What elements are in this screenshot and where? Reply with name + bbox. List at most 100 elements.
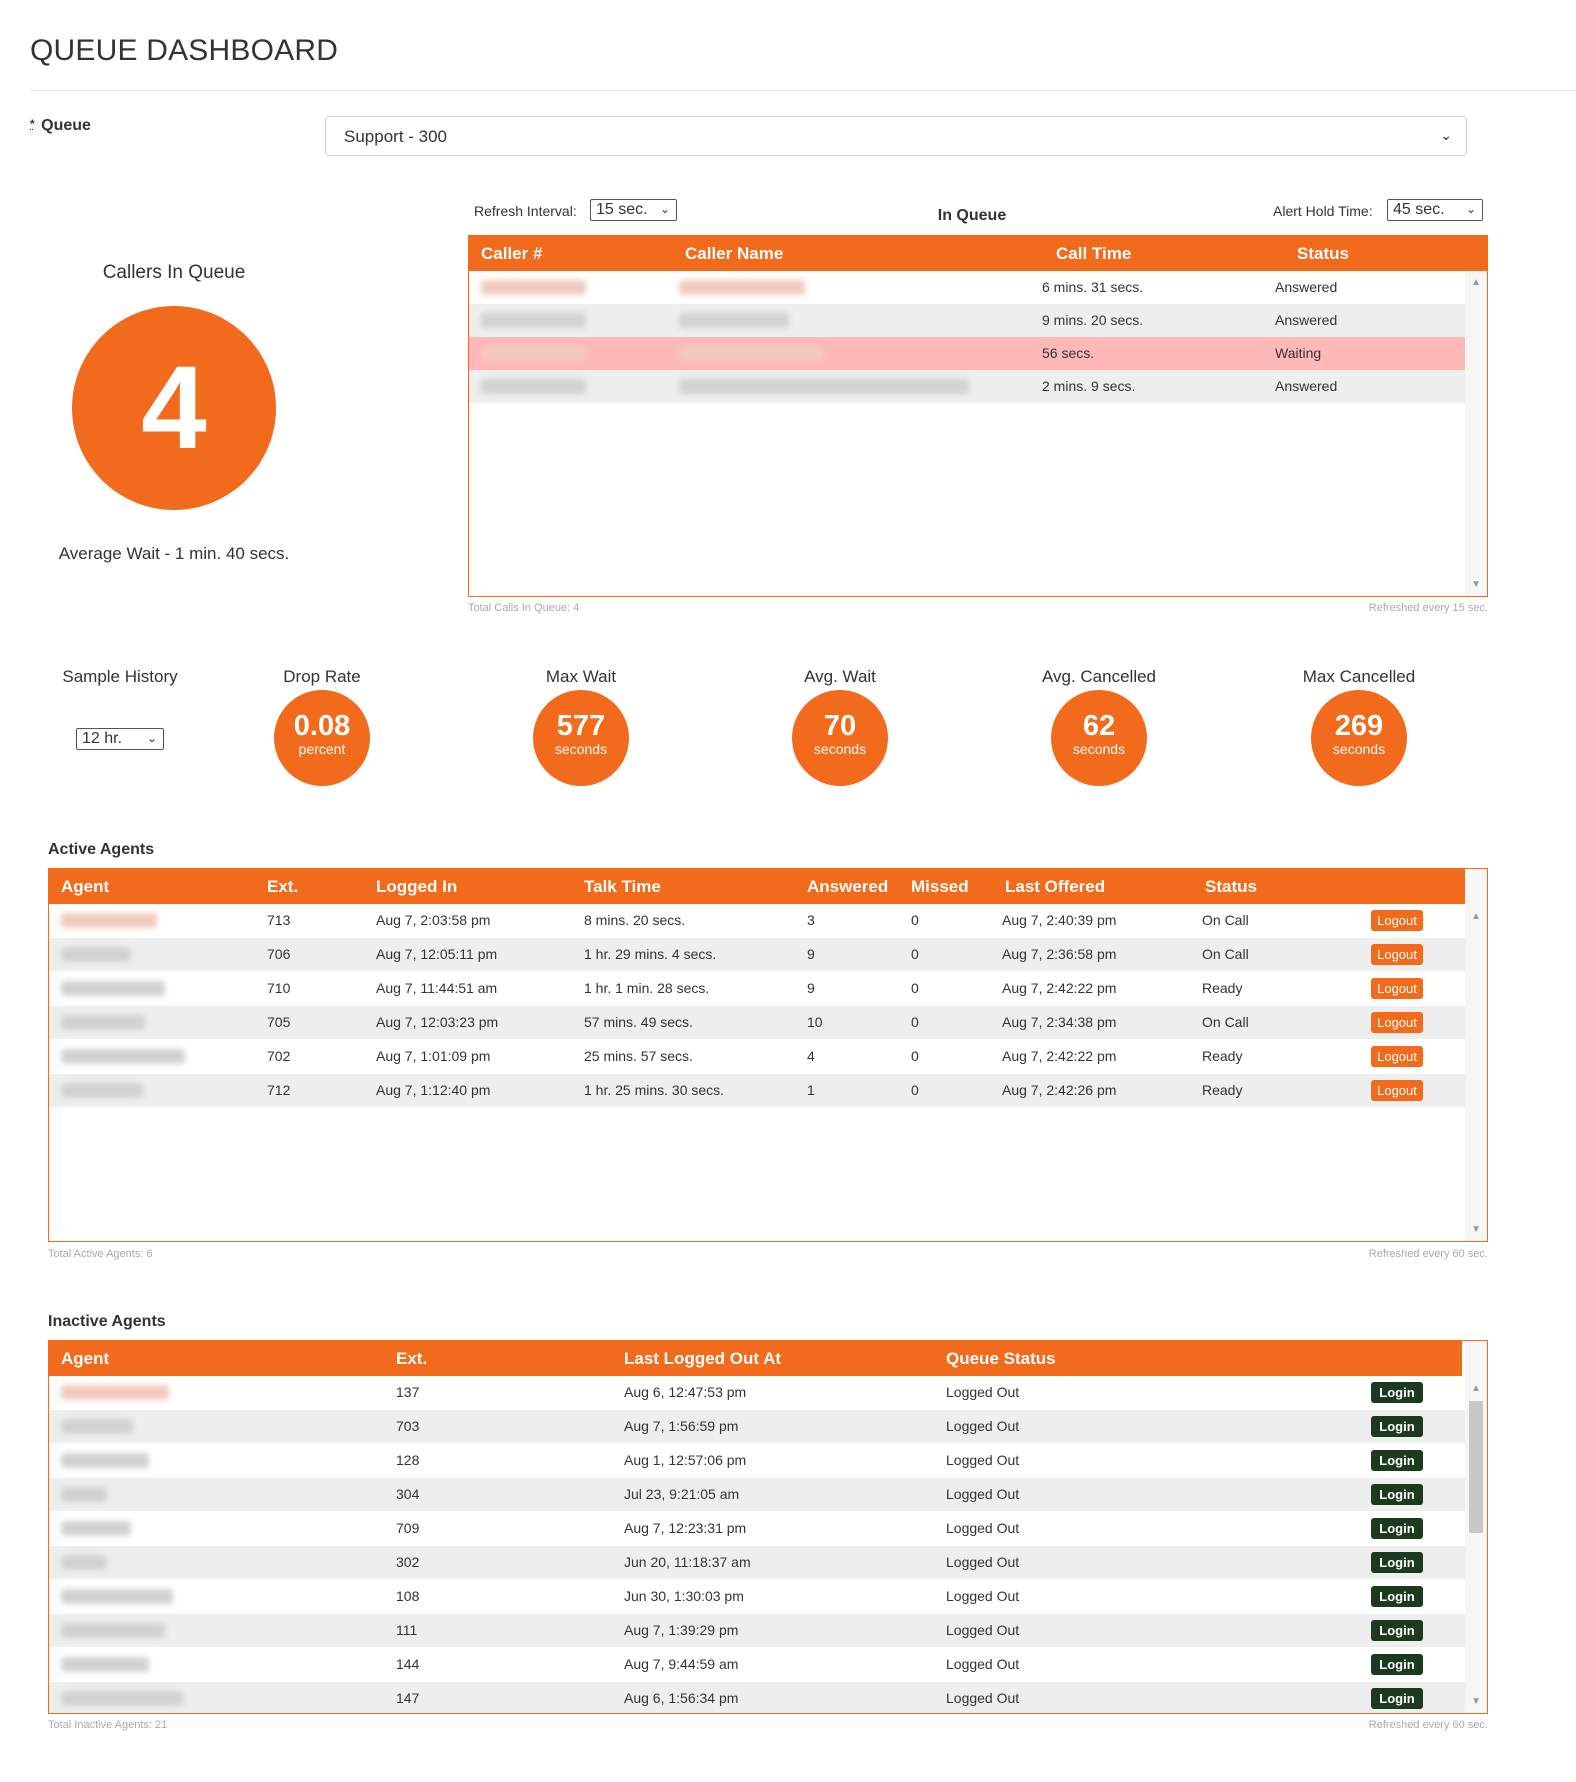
col-caller-number[interactable]: Caller # (481, 244, 542, 264)
agent-talk-time: 25 mins. 57 secs. (584, 1048, 693, 1064)
alert-hold-select[interactable]: 45 sec. ⌄ (1387, 199, 1483, 221)
active-agents-grid: Agent Ext. Logged In Talk Time Answered … (48, 868, 1488, 1242)
table-row[interactable]: 703 Aug 7, 1:56:59 pm Logged Out Login (49, 1410, 1465, 1443)
col-last-offered[interactable]: Last Offered (1005, 877, 1105, 897)
stat-unit: percent (298, 741, 346, 757)
call-time: 6 mins. 31 secs. (1042, 279, 1144, 295)
login-button[interactable]: Login (1371, 1416, 1423, 1437)
login-button[interactable]: Login (1371, 1484, 1423, 1505)
agent-queue-status: Logged Out (946, 1656, 1020, 1672)
table-row[interactable]: 128 Aug 1, 12:57:06 pm Logged Out Login (49, 1444, 1465, 1477)
agent-talk-time: 1 hr. 25 mins. 30 secs. (584, 1082, 725, 1098)
col-call-time[interactable]: Call Time (1056, 244, 1131, 264)
scroll-up-icon[interactable]: ▲ (1471, 1383, 1481, 1394)
table-row[interactable]: 302 Jun 20, 11:18:37 am Logged Out Login (49, 1546, 1465, 1579)
table-row[interactable]: 6 mins. 31 secs. Answered (469, 271, 1465, 304)
col-ext[interactable]: Ext. (267, 877, 298, 897)
table-row-waiting[interactable]: 56 secs. Waiting (469, 337, 1465, 370)
col-agent[interactable]: Agent (61, 877, 109, 897)
agent-missed: 0 (911, 1082, 919, 1098)
agent-missed: 0 (911, 1014, 919, 1030)
login-button[interactable]: Login (1371, 1518, 1423, 1539)
table-row[interactable]: 147 Aug 6, 1:56:34 pm Logged Out Login (49, 1682, 1465, 1713)
login-button[interactable]: Login (1371, 1654, 1423, 1675)
agent-status: Ready (1202, 1082, 1243, 1098)
active-agents-scrollbar[interactable]: ▲ ▼ (1465, 869, 1487, 1241)
sample-history-select[interactable]: 12 hr. ⌄ (76, 728, 164, 750)
login-button[interactable]: Login (1371, 1586, 1423, 1607)
in-queue-scrollbar[interactable]: ▲ ▼ (1465, 271, 1487, 596)
scroll-thumb[interactable] (1469, 1401, 1483, 1533)
table-row[interactable]: 144 Aug 7, 9:44:59 am Logged Out Login (49, 1648, 1465, 1681)
table-row[interactable]: 702 Aug 7, 1:01:09 pm 25 mins. 57 secs. … (49, 1040, 1465, 1073)
stat-label-max-wait: Max Wait (545, 667, 617, 686)
scroll-up-icon[interactable]: ▲ (1471, 911, 1481, 922)
table-row[interactable]: 709 Aug 7, 12:23:31 pm Logged Out Login (49, 1512, 1465, 1545)
chevron-down-icon: ⌄ (1465, 202, 1476, 216)
scroll-down-icon[interactable]: ▼ (1471, 579, 1481, 590)
table-row[interactable]: 108 Jun 30, 1:30:03 pm Logged Out Login (49, 1580, 1465, 1613)
logout-button[interactable]: Logout (1371, 1080, 1423, 1101)
table-row[interactable]: 712 Aug 7, 1:12:40 pm 1 hr. 25 mins. 30 … (49, 1074, 1465, 1107)
col-status[interactable]: Status (1297, 244, 1349, 264)
col-last-logged-out[interactable]: Last Logged Out At (624, 1349, 781, 1369)
col-ext[interactable]: Ext. (396, 1349, 427, 1369)
login-button[interactable]: Login (1371, 1450, 1423, 1471)
col-agent[interactable]: Agent (61, 1349, 109, 1369)
redacted-agent-name (61, 1083, 143, 1098)
active-agents-header: Agent Ext. Logged In Talk Time Answered … (49, 869, 1465, 904)
agent-ext: 108 (396, 1588, 420, 1604)
agent-last-offered: Aug 7, 2:42:22 pm (1002, 980, 1117, 996)
logout-button[interactable]: Logout (1371, 910, 1423, 931)
table-row[interactable]: 713 Aug 7, 2:03:58 pm 8 mins. 20 secs. 3… (49, 904, 1465, 937)
col-talk-time[interactable]: Talk Time (584, 877, 661, 897)
stat-unit: seconds (813, 741, 867, 757)
inactive-agents-scrollbar[interactable]: ▲ ▼ (1465, 1341, 1487, 1713)
chevron-down-icon: ⌄ (659, 202, 670, 216)
redacted-agent-name (61, 947, 131, 962)
login-button[interactable]: Login (1371, 1552, 1423, 1573)
col-caller-name[interactable]: Caller Name (685, 244, 783, 264)
table-row[interactable]: 9 mins. 20 secs. Answered (469, 304, 1465, 337)
agent-answered: 10 (807, 1014, 823, 1030)
table-row[interactable]: 137 Aug 6, 12:47:53 pm Logged Out Login (49, 1376, 1465, 1409)
agent-ext: 703 (396, 1418, 420, 1434)
stat-avg-cancelled: 62 seconds (1051, 690, 1147, 786)
logout-button[interactable]: Logout (1371, 978, 1423, 999)
table-row[interactable]: 2 mins. 9 secs. Answered (469, 370, 1465, 403)
redacted-agent-name (61, 1589, 173, 1604)
col-queue-status[interactable]: Queue Status (946, 1349, 1056, 1369)
agent-answered: 1 (807, 1082, 815, 1098)
average-wait: Average Wait - 1 min. 40 secs. (58, 544, 290, 563)
stat-value: 269 (1334, 710, 1384, 742)
table-row[interactable]: 710 Aug 7, 11:44:51 am 1 hr. 1 min. 28 s… (49, 972, 1465, 1005)
logout-button[interactable]: Logout (1371, 1012, 1423, 1033)
logout-button[interactable]: Logout (1371, 1046, 1423, 1067)
stat-label-drop-rate: Drop Rate (283, 667, 361, 686)
col-answered[interactable]: Answered (807, 877, 888, 897)
agent-ext: 702 (267, 1048, 291, 1064)
table-row[interactable]: 304 Jul 23, 9:21:05 am Logged Out Login (49, 1478, 1465, 1511)
stat-max-wait: 577 seconds (533, 690, 629, 786)
logout-button[interactable]: Logout (1371, 944, 1423, 965)
col-status[interactable]: Status (1205, 877, 1257, 897)
callers-count: 4 (141, 342, 207, 474)
redacted-caller-name (679, 280, 805, 295)
table-row[interactable]: 111 Aug 7, 1:39:29 pm Logged Out Login (49, 1614, 1465, 1647)
agent-queue-status: Logged Out (946, 1486, 1020, 1502)
col-logged-in[interactable]: Logged In (376, 877, 457, 897)
table-row[interactable]: 706 Aug 7, 12:05:11 pm 1 hr. 29 mins. 4 … (49, 938, 1465, 971)
scroll-up-icon[interactable]: ▲ (1471, 277, 1481, 288)
scroll-down-icon[interactable]: ▼ (1471, 1224, 1481, 1235)
scroll-down-icon[interactable]: ▼ (1471, 1696, 1481, 1707)
login-button[interactable]: Login (1371, 1382, 1423, 1403)
redacted-caller-name (679, 346, 824, 361)
login-button[interactable]: Login (1371, 1620, 1423, 1641)
redacted-agent-name (61, 1419, 133, 1434)
login-button[interactable]: Login (1371, 1688, 1423, 1709)
refresh-interval-select[interactable]: 15 sec. ⌄ (590, 199, 677, 221)
call-status: Answered (1275, 378, 1338, 394)
queue-select[interactable]: Support - 300 ⌄ (325, 116, 1467, 156)
table-row[interactable]: 705 Aug 7, 12:03:23 pm 57 mins. 49 secs.… (49, 1006, 1465, 1039)
col-missed[interactable]: Missed (911, 877, 969, 897)
